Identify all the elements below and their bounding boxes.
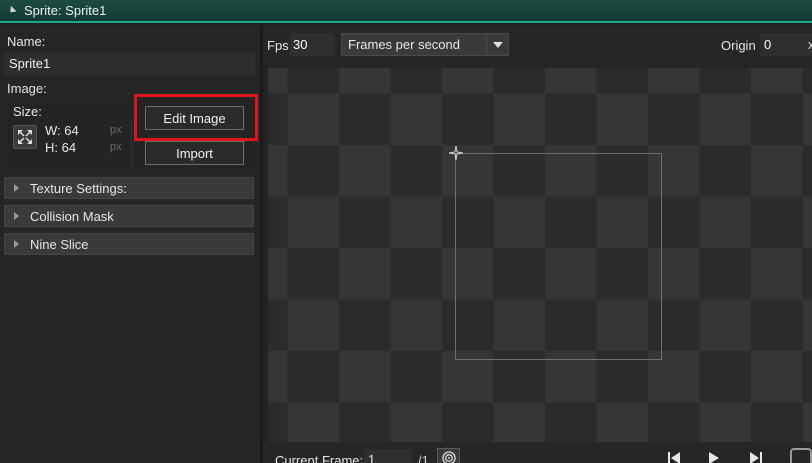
import-button[interactable]: Import (145, 141, 244, 165)
resize-icon[interactable] (13, 125, 37, 149)
divider (131, 123, 132, 169)
origin-label: Origin (721, 38, 756, 53)
sprite-canvas[interactable] (268, 68, 812, 442)
image-label: Image: (7, 81, 47, 96)
width-value: W: 64 (45, 123, 79, 138)
first-frame-button[interactable] (665, 451, 683, 463)
expand-arrow-icon (14, 212, 19, 220)
onion-skin-button[interactable] (437, 448, 460, 463)
section-nine-slice[interactable]: Nine Slice (4, 233, 254, 255)
origin-crosshair-icon[interactable] (449, 146, 463, 160)
onion-skin-icon (441, 451, 456, 463)
title-bar: Sprite: Sprite1 (0, 0, 812, 23)
origin-x-input[interactable]: 0 (760, 33, 812, 56)
section-label: Nine Slice (30, 236, 89, 252)
fps-input[interactable]: 30 (290, 33, 335, 56)
properties-panel: Name: Sprite1 Image: Size: W: 64 px H: 6… (0, 25, 260, 463)
name-label: Name: (7, 34, 46, 49)
expand-arrow-icon (14, 184, 19, 192)
collapse-arrow-icon[interactable] (7, 5, 17, 16)
current-frame-label: Current Frame: (275, 453, 364, 463)
section-collision-mask[interactable]: Collision Mask (4, 205, 254, 227)
height-value: H: 64 (45, 140, 77, 155)
height-unit: px (110, 141, 122, 153)
fps-label: Fps (267, 38, 289, 53)
frame-total: /1 (418, 453, 429, 463)
highlight-box (134, 94, 258, 141)
toolbar: Fps 30 Frames per second Origin 0 x (263, 25, 812, 67)
origin-separator: x (808, 37, 812, 52)
dropdown-button[interactable] (486, 34, 508, 55)
preview-toggle-button[interactable] (790, 448, 812, 463)
play-button[interactable] (705, 451, 723, 463)
size-label: Size: (13, 104, 42, 119)
expand-arrow-icon (14, 240, 19, 248)
fps-mode-dropdown[interactable]: Frames per second (341, 33, 509, 56)
sprite-bounds (455, 153, 662, 360)
section-label: Texture Settings: (30, 180, 127, 196)
fps-mode-value: Frames per second (348, 37, 460, 52)
width-unit: px (110, 124, 122, 136)
play-icon (709, 452, 719, 463)
last-frame-button[interactable] (747, 451, 765, 463)
section-texture-settings[interactable]: Texture Settings: (4, 177, 254, 199)
skip-back-icon (668, 452, 680, 463)
current-frame-input[interactable]: 1 (364, 449, 412, 463)
chevron-down-icon (492, 41, 503, 48)
window-title: Sprite: Sprite1 (24, 3, 107, 18)
skip-forward-icon (750, 452, 762, 463)
section-label: Collision Mask (30, 208, 114, 224)
name-input[interactable]: Sprite1 (4, 53, 255, 75)
sprite-editor: Fps 30 Frames per second Origin 0 x Curr… (263, 25, 812, 463)
frame-bar: Current Frame: 1 /1 (263, 442, 812, 463)
